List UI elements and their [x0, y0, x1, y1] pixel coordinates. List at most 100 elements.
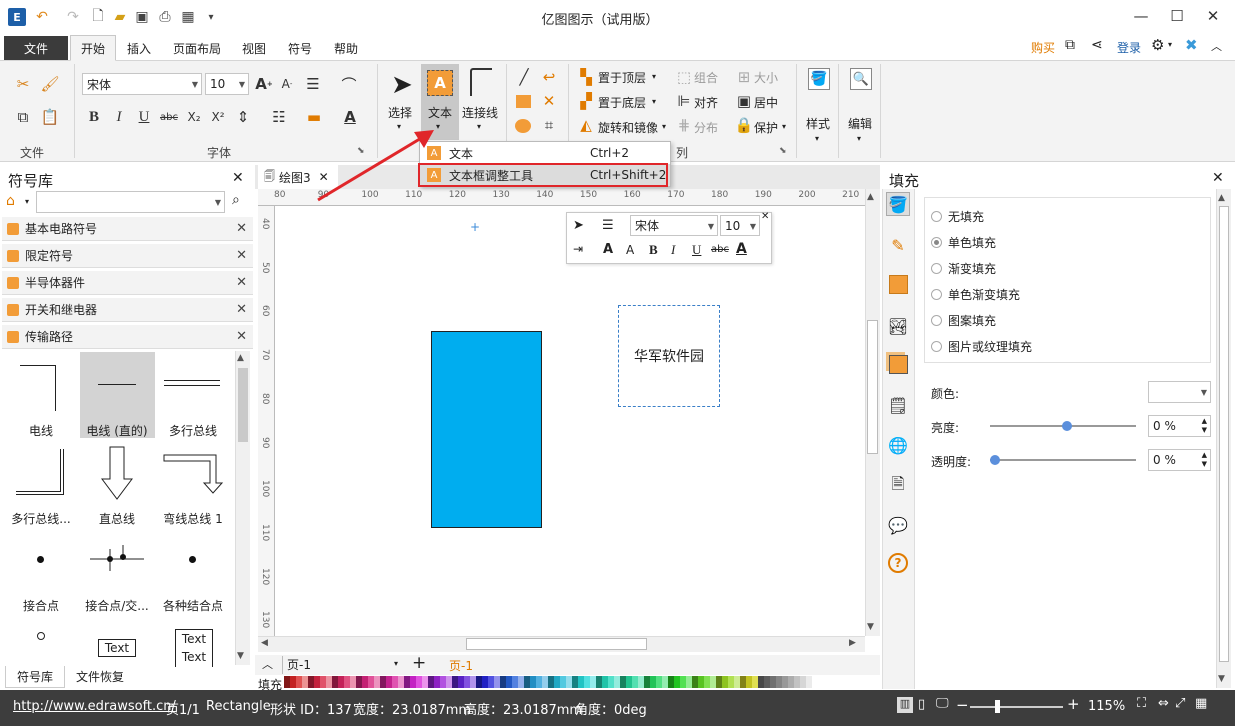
close-icon[interactable]: ✕: [236, 248, 247, 263]
fill-option[interactable]: 图片或纹理填充: [931, 338, 1032, 355]
edit-button[interactable]: 🔍 编辑 ▾: [844, 64, 878, 144]
bold-icon[interactable]: B: [649, 242, 658, 258]
fill-option[interactable]: 单色渐变填充: [931, 286, 1020, 303]
website-link[interactable]: http://www.edrawsoft.cn/: [13, 699, 176, 714]
open-icon[interactable]: ▰: [110, 7, 130, 27]
italic-icon[interactable]: I: [671, 242, 675, 258]
close-fill-panel-icon[interactable]: ✕: [1212, 170, 1224, 186]
login-link[interactable]: 登录: [1117, 39, 1141, 56]
superscript-icon[interactable]: X²: [207, 106, 229, 128]
send-back-button[interactable]: 置于底层: [598, 94, 646, 111]
collapse-ribbon-icon[interactable]: ︿: [1211, 38, 1222, 54]
align-button[interactable]: 对齐: [694, 94, 718, 111]
underline-icon[interactable]: U: [692, 242, 701, 258]
export-icon[interactable]: ▦: [178, 7, 198, 27]
layer-icon[interactable]: [889, 355, 908, 374]
transparency-input[interactable]: 0 % ▲ ▼: [1148, 449, 1211, 471]
symbol-wire-straight[interactable]: 电线 (直的): [80, 355, 154, 439]
font-name-combo[interactable]: 宋体 ▼: [82, 73, 202, 95]
tab-insert[interactable]: 插入: [120, 36, 158, 60]
fit-page-icon[interactable]: ⛶: [1137, 696, 1146, 711]
add-page-icon[interactable]: +: [412, 653, 426, 673]
connection-point-icon[interactable]: ✕: [538, 90, 560, 112]
strikethrough-icon[interactable]: abc: [158, 106, 180, 128]
close-icon[interactable]: ✕: [236, 329, 247, 344]
grow-font-icon[interactable]: A +: [253, 73, 275, 95]
bullet-list-icon[interactable]: ☷: [268, 106, 290, 128]
zoom-slider-thumb[interactable]: [995, 700, 1000, 713]
tab-symbol[interactable]: 符号: [281, 36, 319, 60]
color-picker[interactable]: ▼: [1148, 381, 1211, 403]
symbol-multiline-bus-2[interactable]: 多行总线...: [4, 443, 78, 527]
image-icon[interactable]: 🏞: [886, 314, 910, 338]
spin-icon[interactable]: ▲ ▼: [1202, 451, 1207, 469]
print-icon[interactable]: ⎙: [155, 7, 175, 27]
redo-icon[interactable]: ↷: [62, 7, 84, 27]
tab-view[interactable]: 视图: [235, 36, 273, 60]
transparency-slider[interactable]: [990, 459, 1136, 461]
page-list-icon[interactable]: 🗒: [886, 393, 910, 417]
ellipse-shape-icon[interactable]: [515, 119, 531, 133]
note-icon[interactable]: 🗎: [886, 474, 910, 498]
style-button[interactable]: 🪣 样式 ▾: [802, 64, 836, 144]
transparency-slider-thumb[interactable]: [990, 455, 1000, 465]
zoom-out-icon[interactable]: −: [956, 696, 969, 714]
symbol-bent-bus[interactable]: 弯线总线 1: [156, 443, 230, 527]
align-icon[interactable]: ☰: [602, 218, 614, 233]
fill-option[interactable]: 无填充: [931, 208, 984, 225]
comment-icon[interactable]: 💬: [886, 513, 910, 537]
float-size-combo[interactable]: 10 ▼: [720, 215, 760, 236]
globe-icon[interactable]: 🌐: [886, 433, 910, 457]
scroll-down-icon[interactable]: ▼: [867, 622, 874, 632]
library-category[interactable]: 传输路径 ✕: [2, 325, 253, 349]
cut-icon[interactable]: ✂: [12, 73, 34, 95]
line-shape-icon[interactable]: ╱: [513, 66, 535, 88]
close-library-icon[interactable]: ✕: [232, 170, 244, 186]
palette-swatch[interactable]: [806, 676, 812, 688]
minimize-button[interactable]: —: [1123, 0, 1159, 32]
symbol-straight-bus[interactable]: 直总线: [80, 443, 154, 527]
fill-panel-icon[interactable]: 🪣: [886, 192, 910, 216]
format-painter-icon[interactable]: 🖌: [39, 73, 61, 95]
line-style-icon[interactable]: ✎: [886, 233, 910, 257]
blue-rectangle-shape[interactable]: [431, 331, 542, 528]
fit-width-icon[interactable]: ⇔: [1158, 696, 1169, 711]
paste-icon[interactable]: 📋: [39, 106, 61, 128]
align-icon[interactable]: ⊫: [673, 90, 695, 112]
font-size-combo[interactable]: 10 ▼: [205, 73, 249, 95]
brightness-input[interactable]: 0 % ▲ ▼: [1148, 415, 1211, 437]
page-tab-active[interactable]: 页-1: [449, 657, 473, 674]
save-icon[interactable]: ▣: [132, 7, 152, 27]
symbol-text-box[interactable]: Text: [98, 639, 136, 657]
undo-icon[interactable]: ↶: [31, 7, 53, 27]
library-search-input[interactable]: ▼: [36, 191, 225, 213]
strikethrough-icon[interactable]: abc: [711, 244, 729, 255]
library-category[interactable]: 基本电路符号 ✕: [2, 217, 253, 241]
float-font-combo[interactable]: 宋体 ▼: [630, 215, 718, 236]
rotate-mirror-button[interactable]: 旋转和镜像: [598, 119, 658, 136]
font-color-icon[interactable]: A: [736, 241, 747, 257]
scroll-right-icon[interactable]: ▶: [849, 638, 856, 648]
symbol-various-junctions[interactable]: 各种结合点: [156, 531, 230, 615]
symbol-text-stack[interactable]: Text Text: [175, 629, 213, 667]
maximize-button[interactable]: ☐: [1159, 0, 1195, 32]
fill-option[interactable]: 渐变填充: [931, 260, 996, 277]
bold-icon[interactable]: B: [83, 106, 105, 128]
home-icon[interactable]: ⌂: [6, 193, 15, 209]
protect-button[interactable]: 保护: [754, 119, 778, 136]
chevron-down-icon[interactable]: ▾: [25, 197, 29, 206]
close-icon[interactable]: ✕: [236, 275, 247, 290]
line-spacing-icon[interactable]: ⇕: [232, 106, 254, 128]
symbol-multiline-bus[interactable]: 多行总线: [156, 355, 230, 439]
pointer-icon[interactable]: ➤: [573, 218, 584, 233]
tab-help[interactable]: 帮助: [327, 36, 365, 60]
share-icon[interactable]: ⋖: [1091, 37, 1103, 53]
shrink-font-icon[interactable]: A: [626, 243, 634, 257]
zoom-slider[interactable]: [970, 706, 1063, 708]
scroll-up-icon[interactable]: ▲: [1218, 193, 1225, 203]
tab-file[interactable]: 文件: [4, 36, 68, 60]
close-toolbar-icon[interactable]: ✕: [761, 211, 769, 222]
library-tab-symbols[interactable]: 符号库: [5, 666, 65, 688]
center-button[interactable]: 居中: [754, 94, 778, 111]
scroll-left-icon[interactable]: ◀: [261, 638, 268, 648]
